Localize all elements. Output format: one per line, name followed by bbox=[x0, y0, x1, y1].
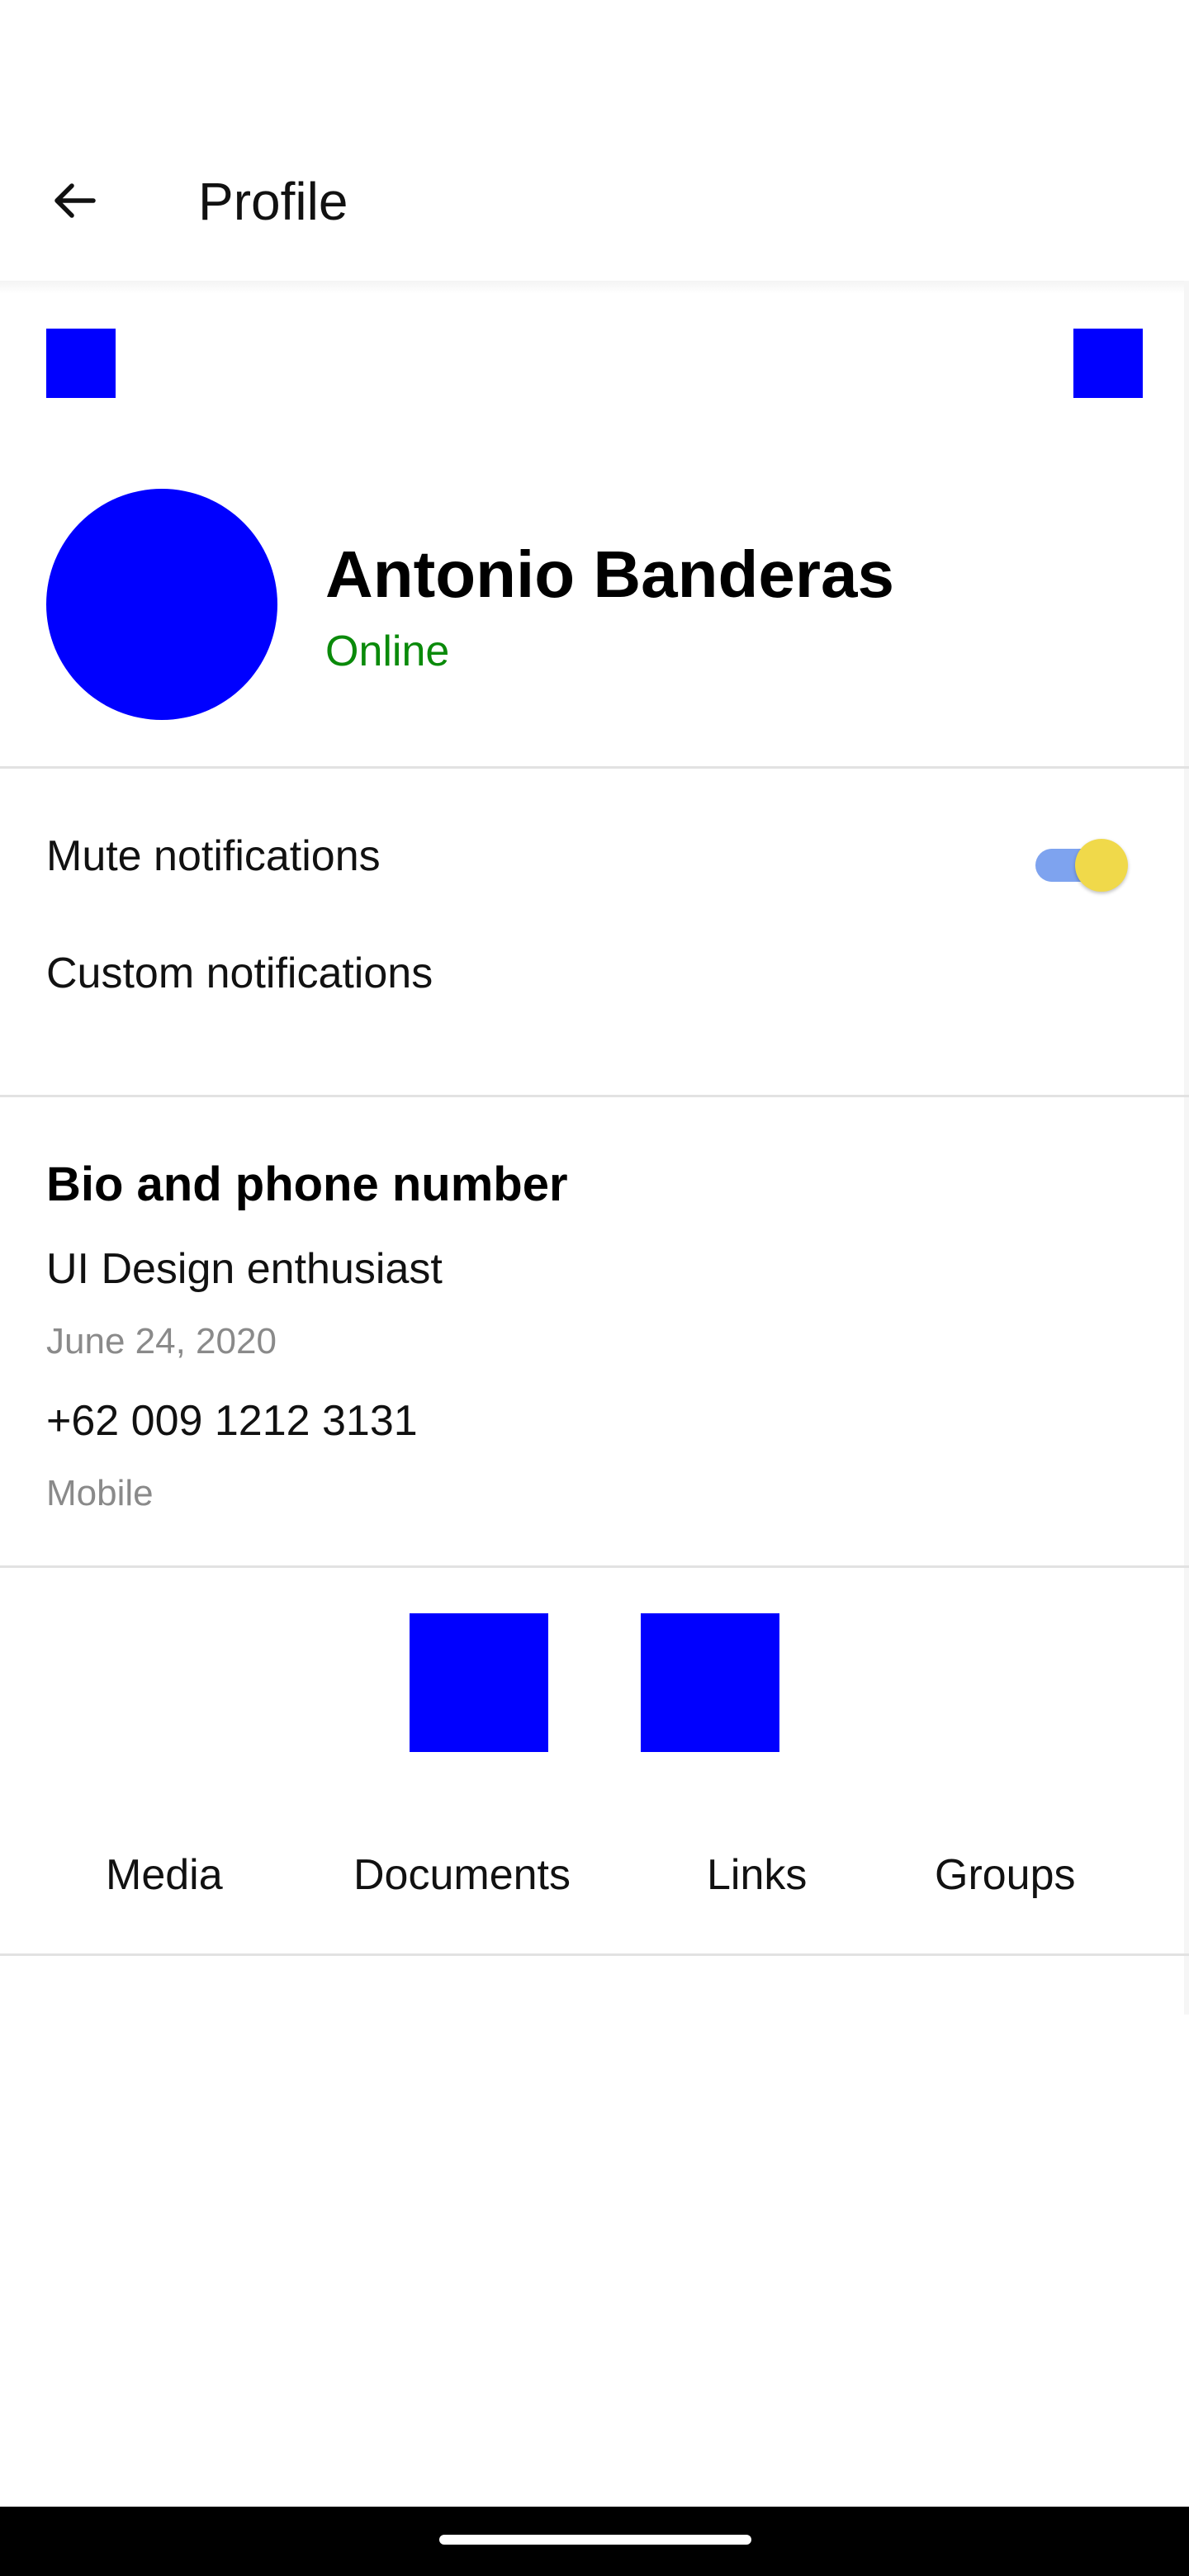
avatar[interactable] bbox=[46, 489, 277, 720]
divider bbox=[0, 1565, 1189, 1568]
status-text: Online bbox=[325, 627, 450, 675]
divider bbox=[0, 1953, 1189, 1956]
bio-date: June 24, 2020 bbox=[46, 1321, 277, 1361]
mute-notifications-label[interactable]: Mute notifications bbox=[46, 831, 381, 882]
mute-notifications-toggle[interactable] bbox=[1035, 836, 1131, 892]
media-thumbnail[interactable] bbox=[410, 1613, 548, 1752]
page-title: Profile bbox=[198, 172, 348, 231]
tab-links[interactable]: Links bbox=[707, 1849, 807, 1901]
tab-groups[interactable]: Groups bbox=[935, 1849, 1076, 1901]
tab-documents[interactable]: Documents bbox=[353, 1849, 571, 1901]
section-title: Bio and phone number bbox=[46, 1158, 568, 1211]
arrow-left-icon[interactable] bbox=[46, 172, 104, 230]
media-thumbnail[interactable] bbox=[641, 1613, 779, 1752]
divider bbox=[0, 1095, 1189, 1097]
divider bbox=[0, 766, 1189, 769]
toggle-thumb bbox=[1075, 839, 1128, 892]
profile-name: Antonio Banderas bbox=[325, 537, 894, 611]
custom-notifications-item[interactable]: Custom notifications bbox=[46, 948, 433, 999]
app-bar bbox=[0, 0, 1189, 281]
home-indicator[interactable] bbox=[439, 2535, 751, 2545]
phone-number[interactable]: +62 009 1212 3131 bbox=[46, 1395, 418, 1447]
scroll-edge bbox=[1184, 281, 1189, 2015]
header-left-button[interactable] bbox=[46, 329, 116, 398]
appbar-shadow bbox=[0, 281, 1189, 294]
header-right-button[interactable] bbox=[1073, 329, 1143, 398]
phone-type: Mobile bbox=[46, 1473, 154, 1513]
tab-media[interactable]: Media bbox=[106, 1849, 223, 1901]
bio-text: UI Design enthusiast bbox=[46, 1245, 443, 1293]
